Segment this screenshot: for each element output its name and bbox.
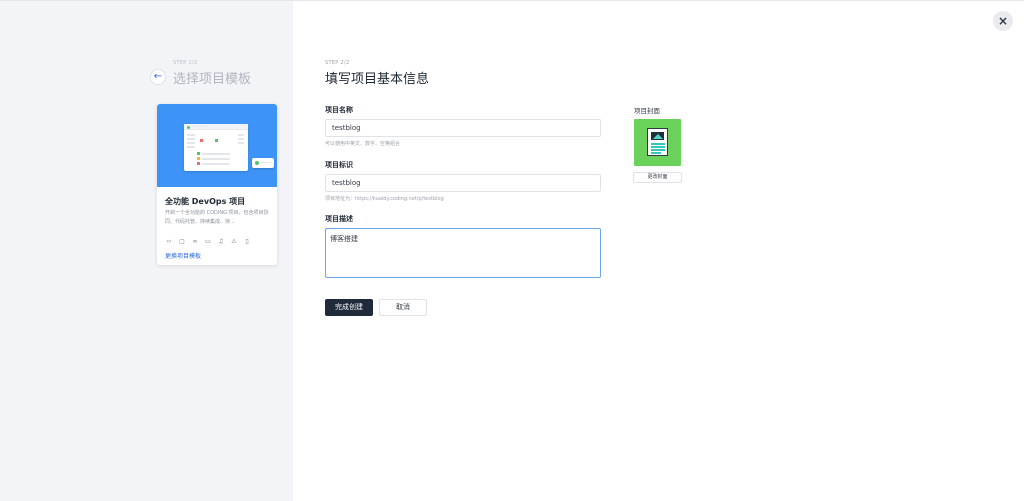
warning-icon: ⚠ bbox=[231, 238, 237, 245]
template-description: 开启一个全功能的 CODING 项目，包含项目协同、代码托管、持续集成、持... bbox=[165, 210, 269, 225]
project-description-label: 项目描述 bbox=[325, 215, 353, 223]
project-id-hint: 项目地址为：https://kuaidy.coding.net/p/testbl… bbox=[325, 196, 444, 202]
template-cover-image bbox=[157, 104, 277, 187]
project-description-textarea[interactable]: 博客搭建 bbox=[325, 228, 601, 278]
finish-create-button[interactable]: 完成创建 bbox=[325, 299, 373, 316]
cancel-button[interactable]: 取消 bbox=[379, 299, 427, 316]
template-feature-icons: ‹› ▢ ∞ ▭ ♫ ⚠ ▯ bbox=[165, 238, 271, 246]
step1-title: 选择项目模板 bbox=[173, 72, 252, 87]
screen-icon: ▢ bbox=[179, 238, 185, 245]
project-cover-image[interactable] bbox=[634, 119, 681, 166]
project-id-label: 项目标识 bbox=[325, 161, 353, 169]
step2-label: STEP 2/2 bbox=[325, 60, 350, 66]
close-button[interactable]: × bbox=[993, 11, 1013, 31]
step1-label: STEP 1/2 bbox=[173, 60, 198, 66]
project-name-hint: 可以使用中英文、数字、空格组合 bbox=[325, 141, 401, 147]
change-template-link[interactable]: 更换项目模板 bbox=[165, 251, 201, 260]
project-id-input[interactable]: testblog bbox=[325, 174, 601, 192]
change-cover-button[interactable]: 更改封面 bbox=[633, 172, 682, 183]
bell-icon: ♫ bbox=[218, 238, 224, 245]
project-cover-label: 项目封面 bbox=[634, 107, 660, 115]
template-name: 全功能 DevOps 项目 bbox=[165, 197, 246, 206]
project-name-label: 项目名称 bbox=[325, 106, 353, 114]
template-illustration bbox=[184, 124, 274, 171]
document-icon bbox=[647, 128, 668, 156]
mobile-icon: ▯ bbox=[245, 238, 249, 245]
arrow-left-icon: ← bbox=[153, 71, 163, 82]
step2-title: 填写项目基本信息 bbox=[325, 72, 430, 87]
link-icon: ∞ bbox=[192, 238, 198, 245]
back-button[interactable]: ← bbox=[150, 69, 166, 85]
browser-icon: ▭ bbox=[205, 238, 211, 245]
project-name-input[interactable]: testblog bbox=[325, 119, 601, 137]
code-icon: ‹› bbox=[166, 238, 172, 245]
close-icon: × bbox=[997, 14, 1009, 28]
template-card[interactable]: 全功能 DevOps 项目 开启一个全功能的 CODING 项目，包含项目协同、… bbox=[157, 104, 277, 265]
